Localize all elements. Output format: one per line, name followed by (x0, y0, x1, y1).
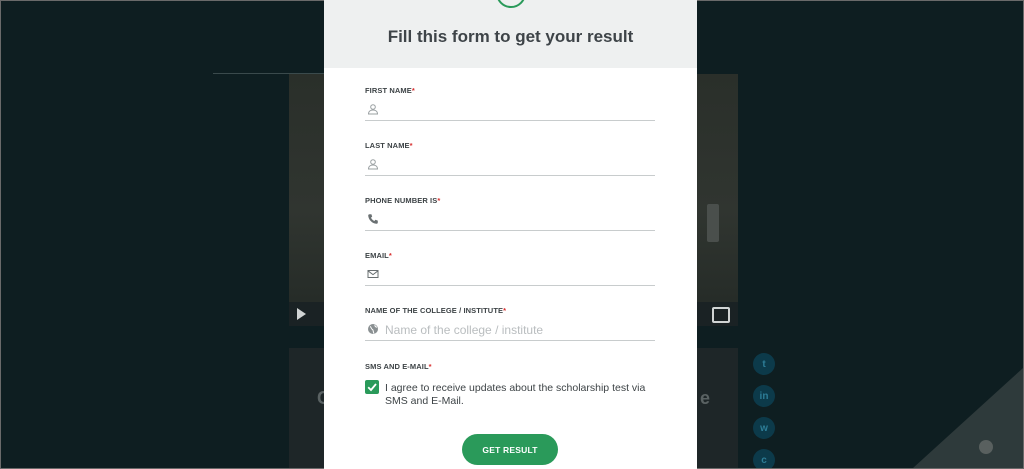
consent-label: SMS AND E-MAIL* (365, 362, 432, 371)
checkmark-icon (367, 383, 377, 392)
user-icon (367, 104, 379, 115)
card-text-right: e (699, 388, 710, 408)
whatsapp-icon[interactable]: w (753, 417, 775, 439)
last-name-field[interactable] (365, 155, 655, 176)
device-image (707, 204, 719, 242)
phone-field[interactable] (365, 210, 655, 231)
phone-input[interactable] (385, 211, 650, 229)
modal-title: Fill this form to get your result (387, 27, 634, 46)
check-badge-icon (496, 0, 526, 8)
user-icon (367, 159, 379, 170)
modal-header: Fill this form to get your result (324, 0, 697, 68)
fullscreen-icon[interactable] (712, 307, 730, 323)
college-label: NAME OF THE COLLEGE / INSTITUTE* (365, 306, 507, 315)
consent-checkbox[interactable] (365, 380, 379, 394)
result-form-modal: Fill this form to get your result FIRST … (324, 0, 697, 469)
phone-icon (368, 214, 378, 224)
first-name-label: FIRST NAME* (365, 86, 415, 95)
last-name-input[interactable] (385, 156, 650, 174)
last-name-label: LAST NAME* (365, 141, 413, 150)
chat-icon[interactable]: c (753, 449, 775, 468)
globe-icon (368, 324, 378, 334)
consent-text: I agree to receive updates about the sch… (385, 382, 646, 407)
email-field[interactable] (365, 265, 655, 286)
college-field[interactable] (365, 320, 655, 341)
play-icon[interactable] (297, 308, 306, 320)
email-input[interactable] (385, 266, 650, 284)
college-input[interactable] (385, 321, 650, 339)
mail-icon (367, 270, 379, 278)
twitter-icon[interactable]: t (753, 353, 775, 375)
linkedin-icon[interactable]: in (753, 385, 775, 407)
phone-label: PHONE NUMBER IS* (365, 196, 441, 205)
first-name-input[interactable] (385, 101, 650, 119)
first-name-field[interactable] (365, 100, 655, 121)
email-label: EMAIL* (365, 251, 392, 260)
help-icon[interactable] (979, 440, 993, 454)
get-result-button[interactable]: GET RESULT (462, 434, 558, 465)
corner-decoration (913, 368, 1023, 468)
